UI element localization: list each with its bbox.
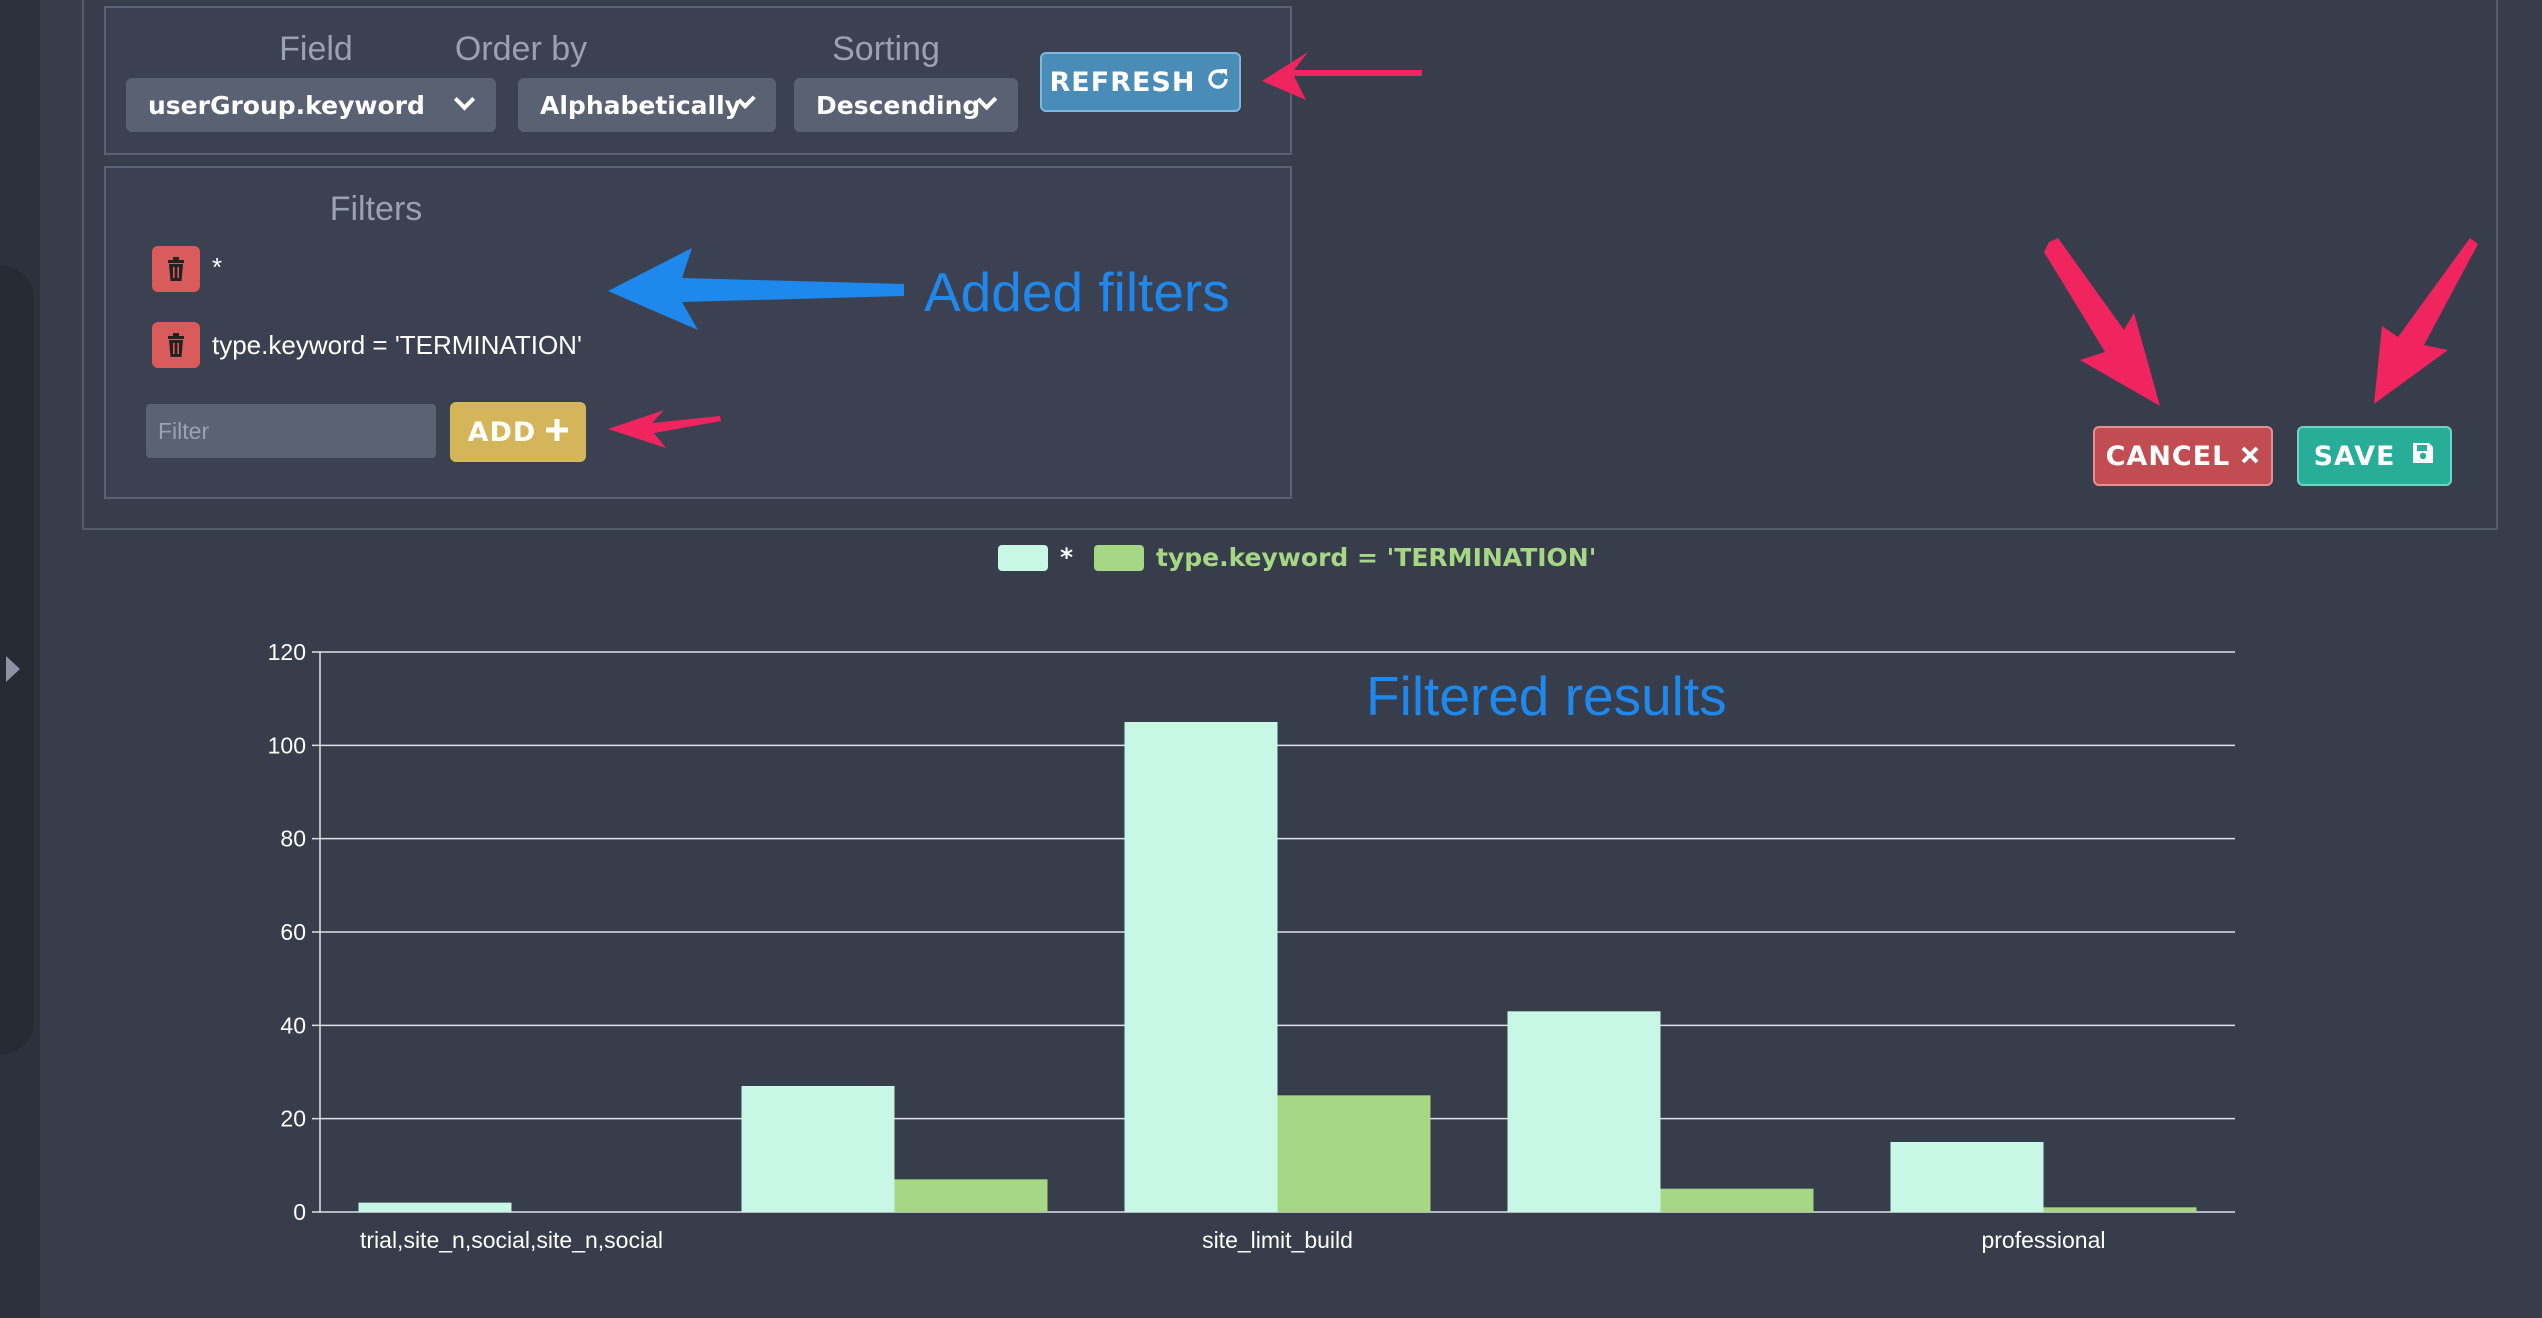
y-tick-label: 80 <box>280 826 306 852</box>
annotation-arrow <box>608 248 904 330</box>
bar[interactable] <box>2043 1207 2197 1212</box>
annotation-arrow <box>1262 52 1422 100</box>
annotation-arrow <box>608 410 721 448</box>
y-tick-label: 60 <box>280 919 306 945</box>
bar[interactable] <box>1890 1142 2044 1212</box>
bar[interactable] <box>894 1179 1048 1212</box>
annotation-arrow <box>2044 238 2160 406</box>
annotation-arrow <box>2374 238 2478 404</box>
x-tick-label: site_limit_build <box>1202 1227 1353 1253</box>
bar[interactable] <box>1124 722 1278 1212</box>
y-tick-label: 0 <box>293 1199 306 1225</box>
y-tick-label: 100 <box>268 732 306 758</box>
y-tick-label: 40 <box>280 1012 306 1038</box>
bar[interactable] <box>1660 1188 1814 1212</box>
bar-chart: 0 20 40 60 80 100 120 trial,site_n,social,site… <box>268 52 2478 1253</box>
x-tick-label: trial,site_n,social,site_n,social <box>360 1227 663 1253</box>
bar[interactable] <box>1277 1095 1431 1212</box>
bar[interactable] <box>358 1202 512 1212</box>
y-tick-label: 120 <box>268 639 306 665</box>
y-tick-label: 20 <box>280 1106 306 1132</box>
bar[interactable] <box>1507 1011 1661 1212</box>
bar[interactable] <box>741 1086 895 1212</box>
x-tick-label: professional <box>1981 1227 2105 1253</box>
